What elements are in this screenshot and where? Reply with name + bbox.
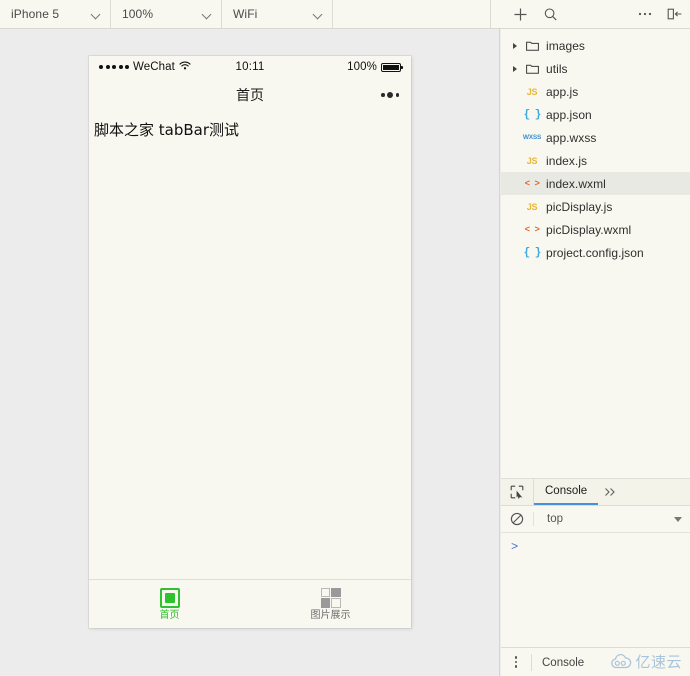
folder-icon — [521, 40, 543, 51]
file-tree-item-label: index.wxml — [546, 176, 606, 191]
file-tree-item-app-json[interactable]: { } app.json — [501, 103, 690, 126]
caret-down-icon — [674, 516, 682, 522]
network-select-value: WiFi — [233, 7, 258, 21]
clear-console-button[interactable] — [501, 512, 534, 526]
tabbar-item-picdisplay[interactable]: 图片展示 — [250, 580, 411, 628]
chevron-down-icon — [203, 10, 212, 19]
console-context-select[interactable]: top — [534, 513, 690, 525]
collapse-panel-icon — [667, 8, 682, 20]
wxml-file-icon: < > — [524, 224, 540, 235]
status-line: Console 亿速云 — [501, 647, 690, 676]
file-tree-item-label: app.wxss — [546, 130, 597, 145]
miniprogram-devtools-window: iPhone 5 100% WiFi WeChat 10:11 100% 首页 … — [0, 0, 690, 676]
file-tree-item-label: picDisplay.wxml — [546, 222, 632, 237]
file-tree-item-label: images — [546, 38, 585, 53]
status-bar-right: 100% — [347, 61, 403, 73]
console-panel: Console top > Console 亿速云 — [501, 479, 690, 676]
js-file-icon: JS — [526, 155, 538, 166]
tabbar-item-picdisplay-label: 图片展示 — [310, 609, 351, 621]
tab-console-label: Console — [545, 485, 588, 497]
file-tree-item-label: index.js — [546, 153, 588, 168]
phone-simulator: WeChat 10:11 100% 首页 脚本之家 tabBar测试 首页 图片… — [89, 56, 411, 628]
chevron-down-icon — [92, 10, 101, 19]
clear-console-icon — [510, 512, 524, 526]
battery-percent-label: 100% — [347, 61, 377, 73]
js-file-icon: JS — [526, 86, 538, 97]
search-button[interactable] — [535, 0, 565, 28]
file-tree-item-label: project.config.json — [546, 245, 644, 260]
device-select-value: iPhone 5 — [11, 7, 60, 21]
tabbar-item-home[interactable]: 首页 — [89, 580, 250, 628]
json-file-icon: { } — [523, 246, 542, 259]
js-file-icon: JS — [526, 201, 538, 212]
file-tree-item-label: utils — [546, 61, 568, 76]
file-tree-item-project-config-json[interactable]: { } project.config.json — [501, 241, 690, 264]
chip-square-icon — [159, 587, 180, 608]
right-pane: images utils JS app.js { } app.json WXSS… — [501, 29, 690, 676]
more-options-button[interactable] — [630, 0, 660, 28]
device-select[interactable]: iPhone 5 — [0, 0, 111, 28]
toolbar-spacer — [333, 0, 491, 28]
more-tabs-button[interactable] — [598, 479, 623, 505]
grid-four-squares-icon — [320, 587, 341, 608]
inspect-element-button[interactable] — [501, 479, 534, 505]
chevron-down-icon — [314, 10, 323, 19]
network-select[interactable]: WiFi — [222, 0, 333, 28]
folder-icon — [521, 63, 543, 74]
json-file-icon: { } — [523, 108, 542, 121]
wxml-file-icon: < > — [524, 178, 540, 189]
miniprogram-tabbar: 首页 图片展示 — [89, 579, 411, 628]
disclosure-triangle-icon[interactable] — [509, 66, 521, 72]
file-tree-item-app-js[interactable]: JS app.js — [501, 80, 690, 103]
cloud-logo-icon — [611, 653, 632, 668]
miniprogram-page-body: 脚本之家 tabBar测试 — [89, 112, 411, 579]
page-body-text: 脚本之家 tabBar测试 — [94, 121, 240, 139]
watermark-text: 亿速云 — [635, 653, 682, 671]
file-tree-item-label: app.json — [546, 107, 592, 122]
watermark: 亿速云 — [610, 651, 682, 672]
console-tabbar: Console — [501, 479, 690, 506]
file-tree-item-index-wxml[interactable]: < > index.wxml — [501, 172, 690, 195]
add-button[interactable] — [505, 0, 535, 28]
file-tree-item-label: app.js — [546, 84, 579, 99]
search-icon — [544, 7, 557, 20]
console-filter-bar: top — [501, 506, 690, 533]
zoom-select[interactable]: 100% — [111, 0, 222, 28]
console-context-value: top — [547, 513, 563, 525]
file-tree-item-utils[interactable]: utils — [501, 57, 690, 80]
ios-status-bar: WeChat 10:11 100% — [89, 56, 411, 78]
tabbar-item-home-label: 首页 — [159, 609, 180, 621]
file-tree-item-picdisplay-js[interactable]: JS picDisplay.js — [501, 195, 690, 218]
file-tree-item-index-js[interactable]: JS index.js — [501, 149, 690, 172]
ellipsis-icon — [638, 12, 652, 16]
toolbar-actions — [491, 0, 690, 28]
disclosure-triangle-icon[interactable] — [509, 43, 521, 49]
console-output[interactable]: > — [501, 533, 690, 651]
simulator-pane: WeChat 10:11 100% 首页 脚本之家 tabBar测试 首页 图片… — [0, 29, 500, 676]
file-tree-item-picdisplay-wxml[interactable]: < > picDisplay.wxml — [501, 218, 690, 241]
file-tree-item-images[interactable]: images — [501, 34, 690, 57]
plus-icon — [514, 8, 526, 20]
file-tree: images utils JS app.js { } app.json WXSS… — [501, 29, 690, 479]
inspect-element-icon — [510, 485, 524, 499]
vertical-dots-icon[interactable] — [501, 656, 531, 668]
top-toolbar: iPhone 5 100% WiFi — [0, 0, 690, 29]
miniprogram-navbar: 首页 — [89, 78, 411, 112]
file-tree-item-app-wxss[interactable]: WXSS app.wxss — [501, 126, 690, 149]
chevron-double-right-icon — [605, 488, 616, 496]
page-title: 首页 — [236, 88, 264, 104]
wechat-capsule-menu-icon[interactable] — [381, 92, 399, 98]
wxss-file-icon: WXSS — [522, 134, 542, 141]
status-line-label: Console — [531, 653, 592, 671]
zoom-select-value: 100% — [122, 7, 154, 21]
file-tree-item-label: picDisplay.js — [546, 199, 613, 214]
tab-console[interactable]: Console — [534, 479, 599, 505]
battery-full-icon — [381, 62, 403, 72]
console-prompt: > — [511, 540, 519, 554]
collapse-panel-button[interactable] — [660, 0, 690, 28]
